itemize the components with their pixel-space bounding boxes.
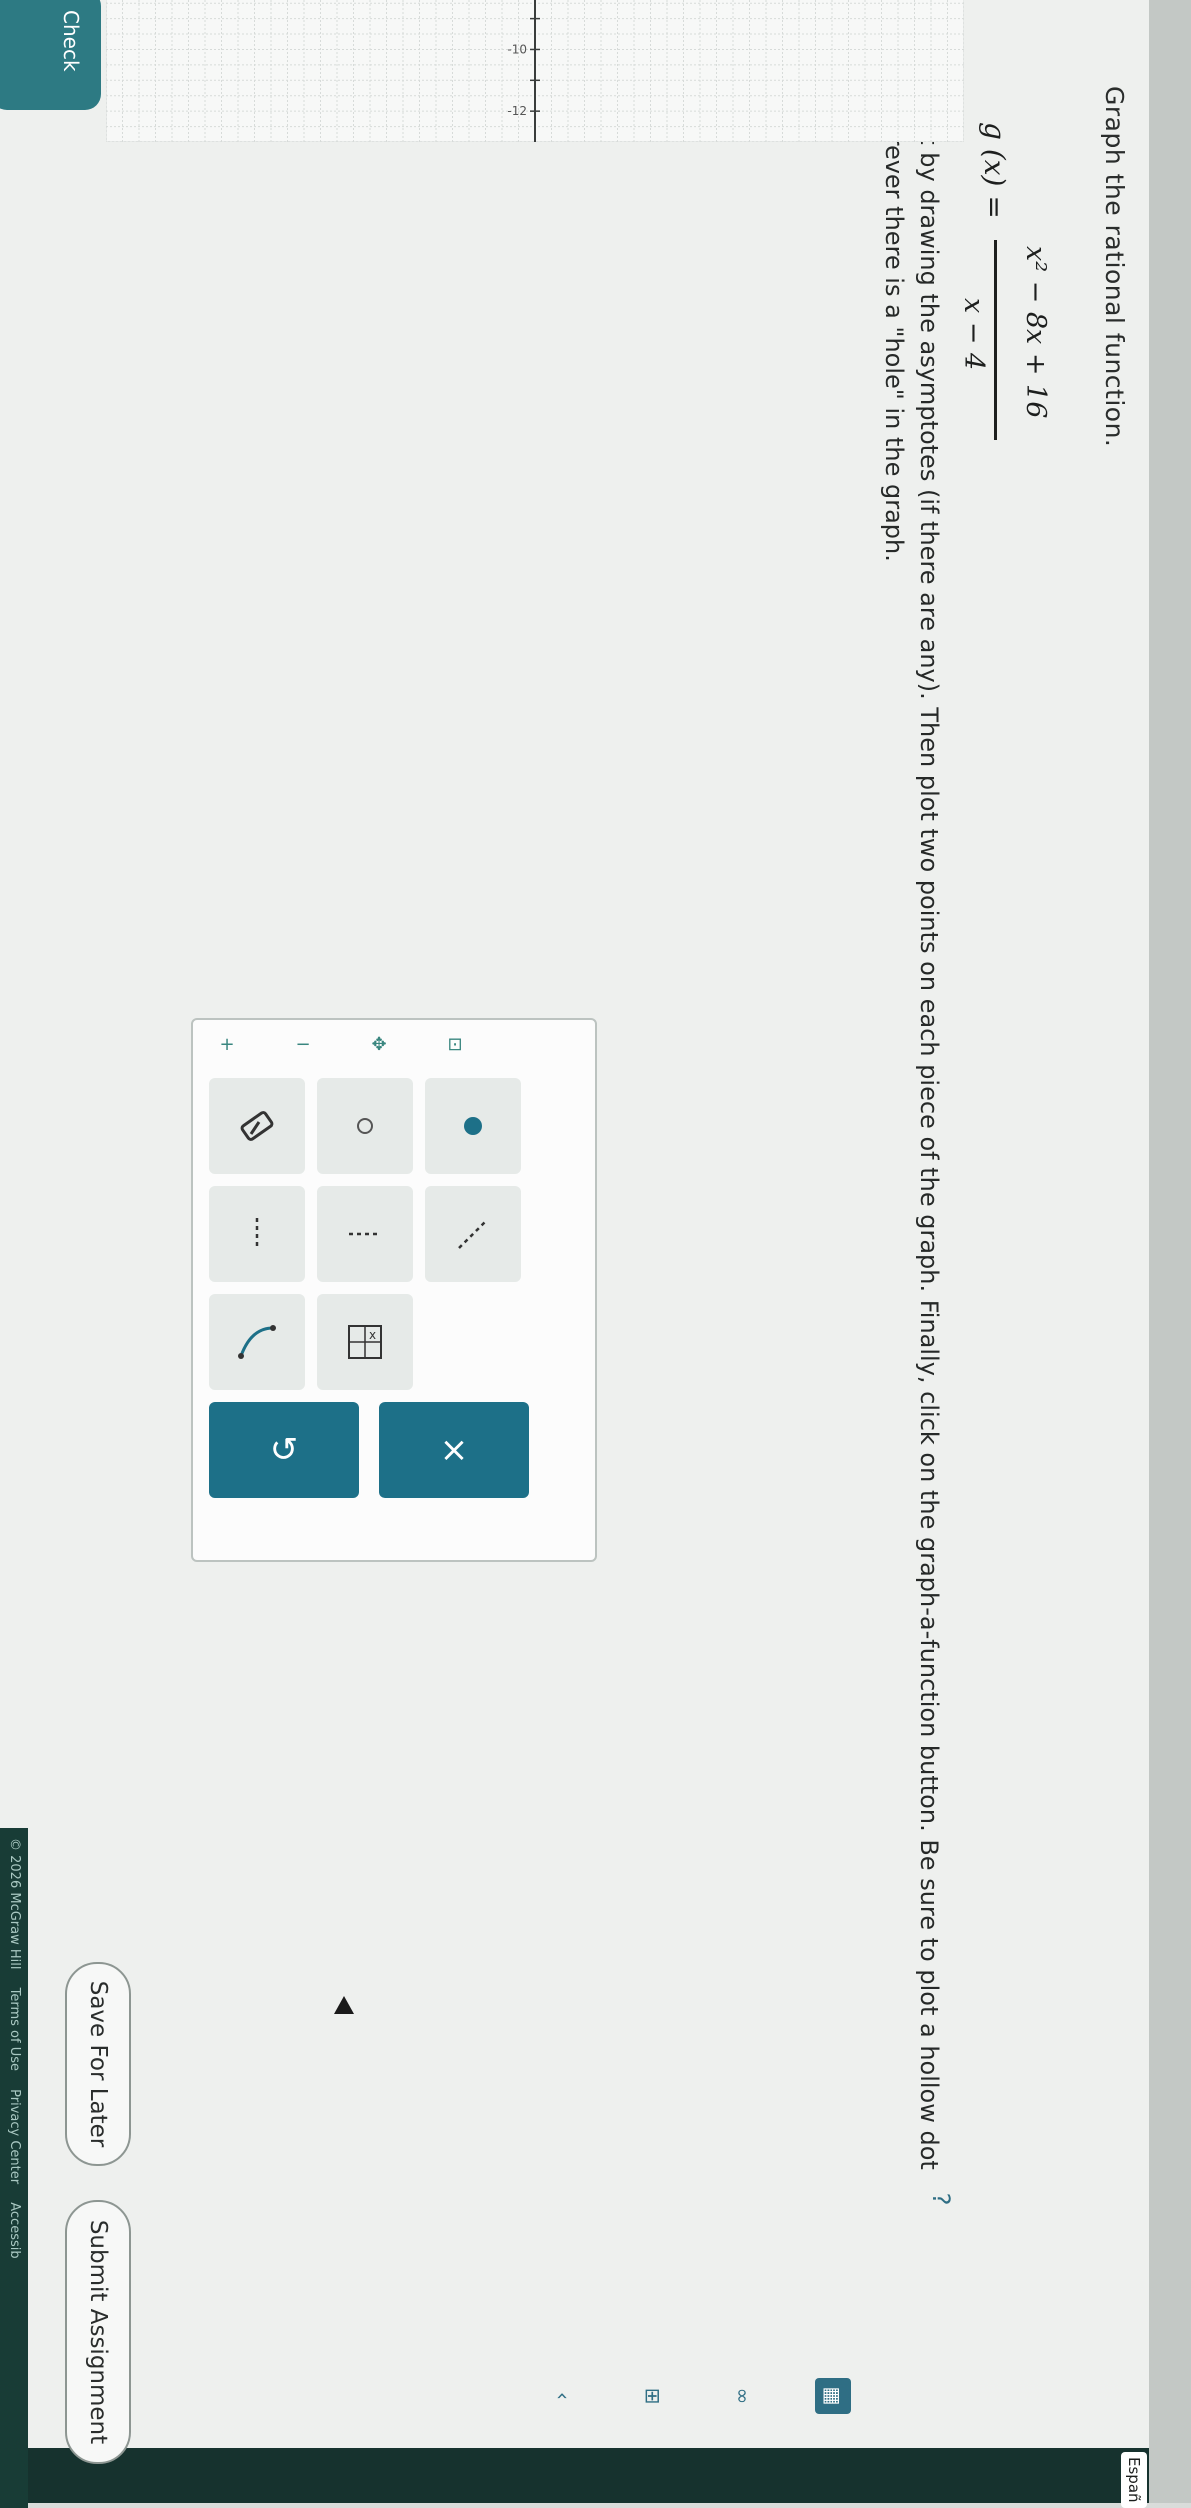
- horizontal-dashed-line-icon: [349, 1232, 381, 1236]
- function-lhs: g (x) =: [978, 122, 1011, 219]
- right-side-bar: [0, 2448, 1149, 2503]
- graph-a-function-tool[interactable]: [209, 1294, 305, 1390]
- graph-area[interactable]: -12-10-8-6-4-224681012-12-10-8-6-4-22468…: [106, 0, 964, 142]
- instructions-text: Start by drawing the asymptotes (if ther…: [880, 86, 943, 2170]
- grid-x-icon: x: [348, 1325, 382, 1359]
- chevron-icon[interactable]: ‹: [545, 2378, 581, 2414]
- help-icon[interactable]: ?: [927, 2185, 955, 2213]
- footer: © 2026 McGraw Hill Terms of Use Privacy …: [0, 1828, 28, 2508]
- slant-dashed-line-icon: [458, 1219, 488, 1249]
- mouse-cursor-icon: [334, 1996, 354, 2014]
- graph-toolbox: + − ✥ ⊡ x ↺ ×: [191, 1018, 597, 1562]
- eraser-tool[interactable]: [209, 1078, 305, 1174]
- y-tick-label: -12: [507, 104, 527, 118]
- privacy-link[interactable]: Privacy Center: [7, 2089, 22, 2184]
- calculator-icon[interactable]: ▦: [815, 2378, 851, 2414]
- save-for-later-button[interactable]: Save For Later: [65, 1962, 131, 2166]
- zoom-out-icon[interactable]: −: [289, 1030, 317, 1058]
- solid-dot-icon: [464, 1117, 482, 1135]
- svg-text:x: x: [369, 1328, 376, 1342]
- solid-dot-tool[interactable]: [425, 1078, 521, 1174]
- undo-button[interactable]: ↺: [209, 1402, 359, 1498]
- language-button[interactable]: Españ: [1121, 2452, 1147, 2508]
- horizontal-asymptote-tool[interactable]: [317, 1186, 413, 1282]
- fraction-bar: [994, 240, 997, 440]
- clear-button[interactable]: ×: [379, 1402, 529, 1498]
- fit-icon[interactable]: ⊡: [441, 1030, 469, 1058]
- function-numerator: x² − 8x + 16: [1020, 246, 1051, 419]
- graph-canvas[interactable]: -12-10-8-6-4-224681012-12-10-8-6-4-22468…: [106, 0, 964, 142]
- browser-top-bar: [1149, 0, 1191, 2503]
- hollow-dot-tool[interactable]: [317, 1078, 413, 1174]
- eraser-icon: [240, 1111, 274, 1141]
- zoom-in-icon[interactable]: +: [213, 1030, 241, 1058]
- submit-assignment-button[interactable]: Submit Assignment: [65, 2200, 131, 2464]
- vertical-dashed-line-icon: [255, 1218, 259, 1250]
- check-button[interactable]: Check: [0, 0, 101, 110]
- y-tick-label: -10: [507, 42, 527, 56]
- grid-icon[interactable]: ⊞: [635, 2378, 671, 2414]
- app-screen: Españ Graph the rational function. g (x)…: [0, 0, 1191, 2508]
- function-grid-tool[interactable]: x: [317, 1294, 413, 1390]
- slant-asymptote-tool[interactable]: [425, 1186, 521, 1282]
- copyright-text: © 2026 McGraw Hill: [7, 1838, 22, 1970]
- infinity-icon[interactable]: ∞: [725, 2378, 761, 2414]
- hollow-dot-icon: [357, 1118, 373, 1134]
- function-denominator: x − 4: [958, 298, 989, 371]
- curve-icon: [238, 1325, 276, 1359]
- question-title: Graph the rational function.: [1100, 86, 1129, 448]
- terms-link[interactable]: Terms of Use: [7, 1988, 22, 2071]
- pan-icon[interactable]: ✥: [365, 1030, 393, 1058]
- accessibility-link[interactable]: Accessib: [7, 2202, 22, 2258]
- vertical-asymptote-tool[interactable]: [209, 1186, 305, 1282]
